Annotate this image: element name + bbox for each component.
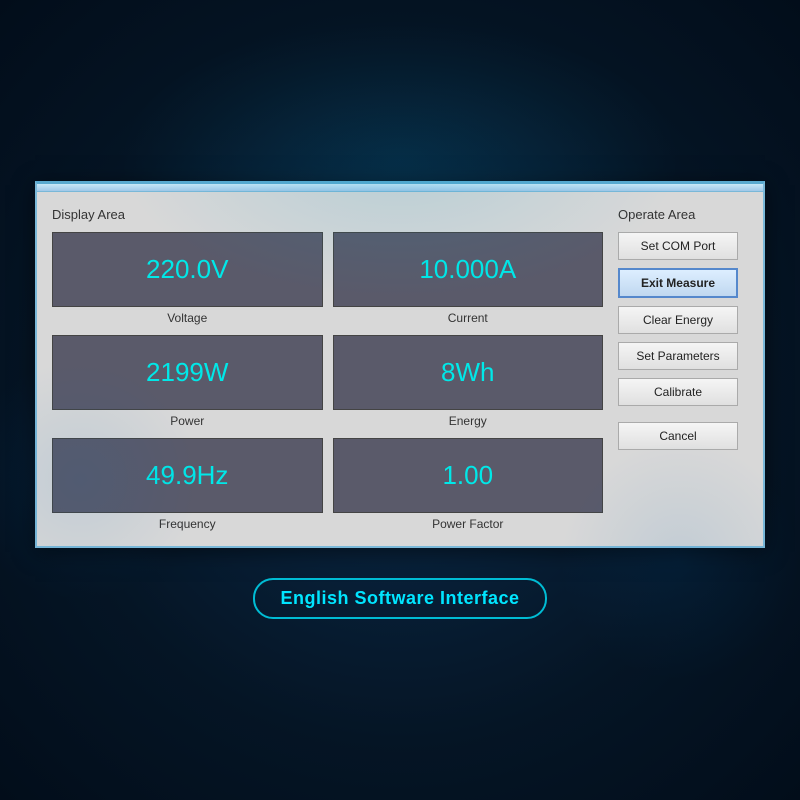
power-factor-display: 1.00	[333, 438, 604, 513]
display-area-label: Display Area	[52, 207, 603, 222]
frequency-label: Frequency	[159, 517, 216, 531]
meter-current: 10.000A Current	[333, 232, 604, 325]
power-factor-value: 1.00	[442, 460, 493, 491]
current-label: Current	[448, 311, 488, 325]
voltage-value: 220.0V	[146, 254, 228, 285]
display-area: Display Area 220.0V Voltage 10.000A Curr…	[52, 207, 603, 531]
power-value: 2199W	[146, 357, 228, 388]
frequency-display: 49.9Hz	[52, 438, 323, 513]
bottom-label: English Software Interface	[253, 578, 546, 619]
bottom-label-container: English Software Interface	[253, 578, 546, 619]
op-buttons: Set COM Port Exit Measure Clear Energy S…	[618, 232, 748, 450]
clear-energy-button[interactable]: Clear Energy	[618, 306, 738, 334]
meter-voltage: 220.0V Voltage	[52, 232, 323, 325]
voltage-display: 220.0V	[52, 232, 323, 307]
power-factor-label: Power Factor	[432, 517, 503, 531]
operate-area-label: Operate Area	[618, 207, 748, 222]
meters-grid: 220.0V Voltage 10.000A Current 2199W Pow…	[52, 232, 603, 531]
meter-frequency: 49.9Hz Frequency	[52, 438, 323, 531]
energy-display: 8Wh	[333, 335, 604, 410]
set-com-port-button[interactable]: Set COM Port	[618, 232, 738, 260]
set-parameters-button[interactable]: Set Parameters	[618, 342, 738, 370]
meter-energy: 8Wh Energy	[333, 335, 604, 428]
frequency-value: 49.9Hz	[146, 460, 228, 491]
exit-measure-button[interactable]: Exit Measure	[618, 268, 738, 298]
operate-area: Operate Area Set COM Port Exit Measure C…	[618, 207, 748, 531]
voltage-label: Voltage	[167, 311, 207, 325]
energy-label: Energy	[449, 414, 487, 428]
current-display: 10.000A	[333, 232, 604, 307]
power-label: Power	[170, 414, 204, 428]
main-window: Display Area 220.0V Voltage 10.000A Curr…	[35, 181, 765, 548]
current-value: 10.000A	[419, 254, 516, 285]
meter-power: 2199W Power	[52, 335, 323, 428]
cancel-button[interactable]: Cancel	[618, 422, 738, 450]
power-display: 2199W	[52, 335, 323, 410]
window-body: Display Area 220.0V Voltage 10.000A Curr…	[37, 192, 763, 546]
energy-value: 8Wh	[441, 357, 494, 388]
meter-power-factor: 1.00 Power Factor	[333, 438, 604, 531]
window-titlebar	[37, 184, 763, 192]
calibrate-button[interactable]: Calibrate	[618, 378, 738, 406]
